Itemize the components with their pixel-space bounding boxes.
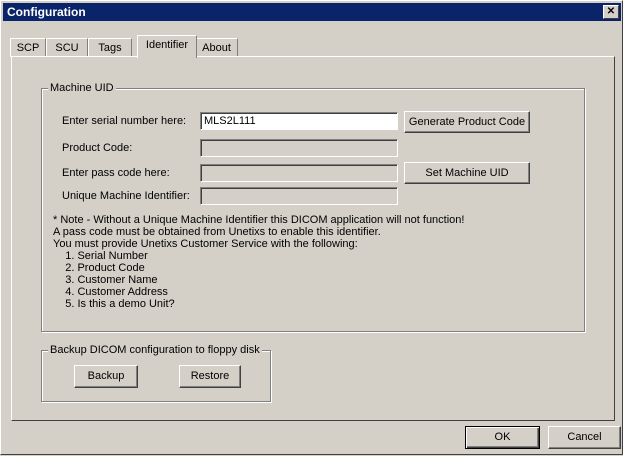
backup-button-label: Backup bbox=[87, 370, 125, 382]
note-line: 5. Is this a demo Unit? bbox=[53, 298, 175, 310]
cancel-button-label: Cancel bbox=[567, 431, 602, 443]
ok-button[interactable]: OK bbox=[465, 426, 540, 449]
product-code-field bbox=[200, 139, 398, 157]
set-machine-uid-label: Set Machine UID bbox=[425, 167, 509, 179]
note-line: 1. Serial Number bbox=[53, 250, 148, 262]
pass-code-input[interactable] bbox=[200, 164, 398, 182]
unique-machine-identifier-field bbox=[200, 187, 398, 205]
generate-product-code-label: Generate Product Code bbox=[408, 116, 526, 128]
note-line: 3. Customer Name bbox=[53, 274, 158, 286]
note-line: 2. Product Code bbox=[53, 262, 145, 274]
note-line: You must provide Unetixs Customer Servic… bbox=[53, 238, 358, 250]
serial-number-label: Enter serial number here: bbox=[62, 115, 187, 127]
set-machine-uid-button[interactable]: Set Machine UID bbox=[404, 162, 530, 184]
product-code-label: Product Code: bbox=[62, 142, 133, 154]
cancel-button[interactable]: Cancel bbox=[548, 426, 621, 449]
configuration-window: Configuration ✕ SCP SCU Tags Identifier … bbox=[0, 0, 623, 455]
note-line: * Note - Without a Unique Machine Identi… bbox=[53, 214, 465, 226]
backup-button[interactable]: Backup bbox=[74, 365, 138, 388]
ok-button-label: OK bbox=[494, 431, 511, 443]
pass-code-label: Enter pass code here: bbox=[62, 167, 170, 179]
serial-number-input[interactable] bbox=[200, 112, 398, 130]
machine-uid-note: * Note - Without a Unique Machine Identi… bbox=[53, 214, 464, 310]
generate-product-code-button[interactable]: Generate Product Code bbox=[404, 111, 530, 133]
note-line: 4. Customer Address bbox=[53, 286, 168, 298]
restore-button[interactable]: Restore bbox=[179, 365, 241, 388]
unique-machine-identifier-label: Unique Machine Identifier: bbox=[62, 190, 190, 202]
note-line: A pass code must be obtained from Unetix… bbox=[53, 226, 381, 238]
restore-button-label: Restore bbox=[190, 370, 230, 382]
